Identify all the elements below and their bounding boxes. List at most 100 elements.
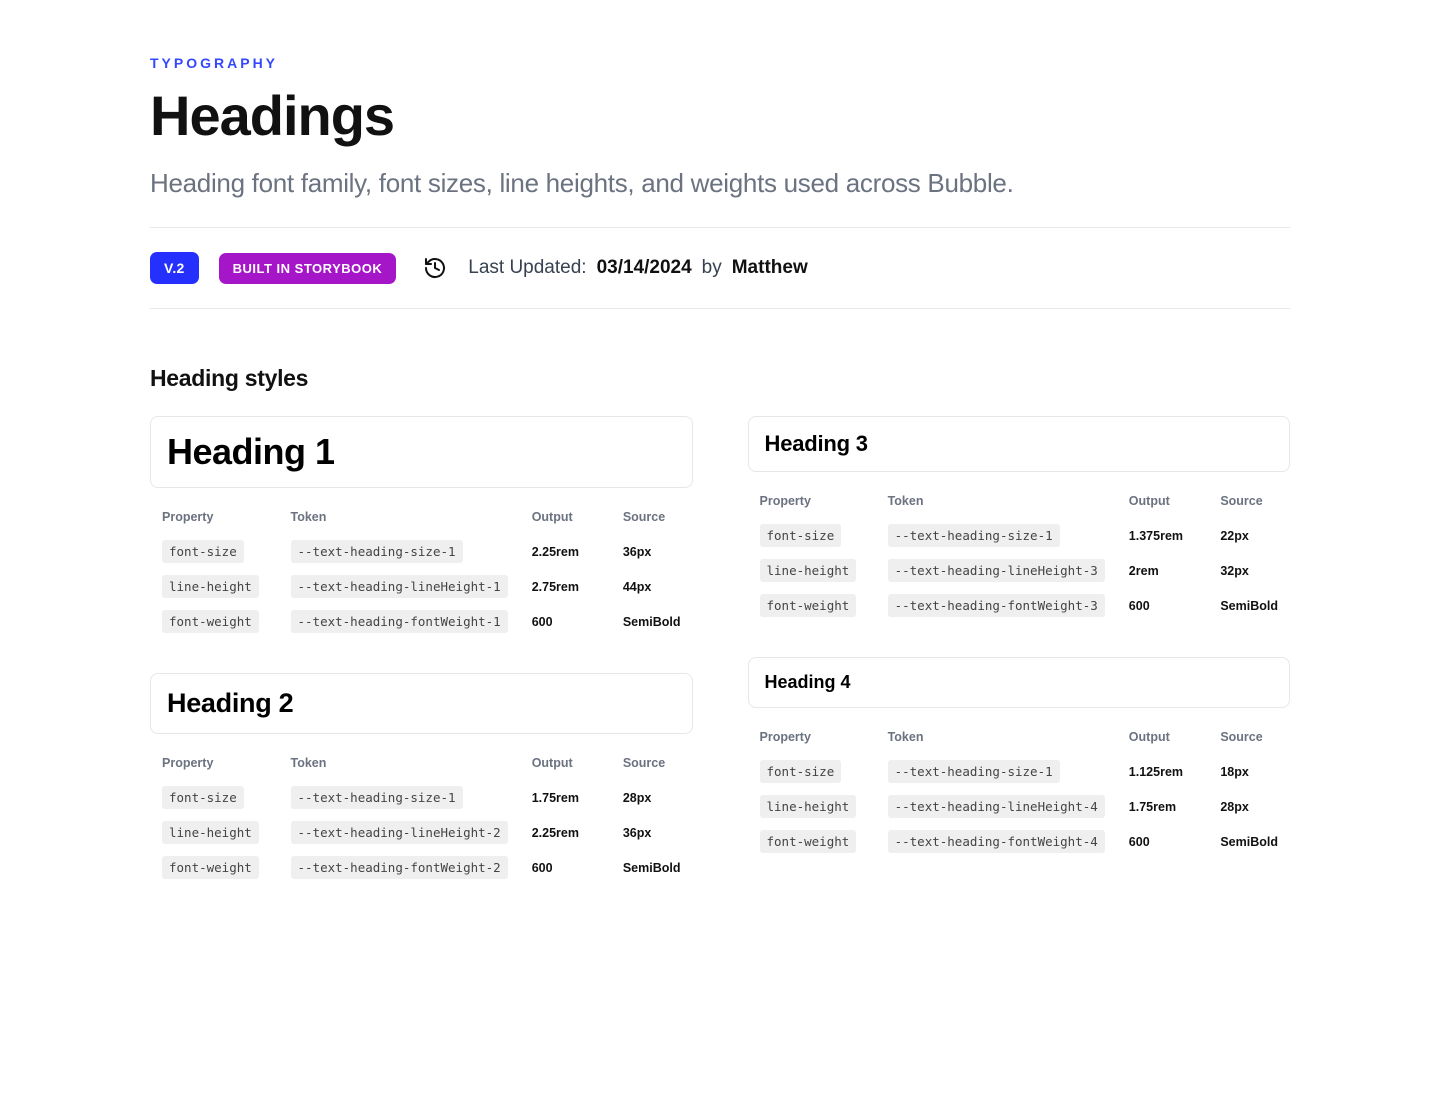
column-header-source: Source xyxy=(1208,486,1290,518)
table-row: font-weight--text-heading-fontWeight-260… xyxy=(150,850,693,885)
heading-preview-card: Heading 1 xyxy=(150,416,693,488)
token-chip: --text-heading-lineHeight-2 xyxy=(291,821,508,844)
heading-block: Heading 4 PropertyTokenOutputSourcefont-s… xyxy=(748,657,1291,859)
table-row: font-size--text-heading-size-11.75rem28p… xyxy=(150,780,693,815)
heading-block: Heading 2PropertyTokenOutputSourcefont-s… xyxy=(150,673,693,885)
property-chip: font-size xyxy=(760,524,842,547)
token-chip: --text-heading-lineHeight-4 xyxy=(888,795,1105,818)
table-row: font-size --text-heading-size-1 2.25rem 36p… xyxy=(150,534,693,569)
token-chip: --text-heading-size-1 xyxy=(888,760,1060,783)
token-chip: --text-heading-size-1 xyxy=(291,540,463,563)
heading-preview-card: Heading 3 xyxy=(748,416,1291,472)
output-value: 2.75rem xyxy=(532,580,579,594)
output-value: 600 xyxy=(1129,835,1150,849)
source-value: 18px xyxy=(1220,765,1249,779)
property-chip: font-size xyxy=(162,540,244,563)
column-header-property: Property xyxy=(748,486,876,518)
table-row: font-weight --text-heading-fontWeight-1 60… xyxy=(150,604,693,639)
property-chip: line-height xyxy=(162,821,259,844)
property-chip: line-height xyxy=(162,575,259,598)
output-value: 1.75rem xyxy=(1129,800,1176,814)
property-chip: line-height xyxy=(760,559,857,582)
output-value: 600 xyxy=(1129,599,1150,613)
page-title: Headings xyxy=(150,83,1290,148)
token-chip: --text-heading-fontWeight-3 xyxy=(888,594,1105,617)
output-value: 600 xyxy=(532,861,553,875)
column-header-source: Source xyxy=(611,502,693,534)
source-value: 28px xyxy=(1220,800,1249,814)
property-chip: font-weight xyxy=(760,594,857,617)
source-value: 22px xyxy=(1220,529,1249,543)
column-header-source: Source xyxy=(611,748,693,780)
token-chip: --text-heading-fontWeight-1 xyxy=(291,610,508,633)
heading-preview-card: Heading 2 xyxy=(150,673,693,734)
output-value: 600 xyxy=(532,615,553,629)
column-header-output: Output xyxy=(1117,722,1209,754)
heading-preview-label: Heading 1 xyxy=(167,431,676,473)
property-chip: font-weight xyxy=(760,830,857,853)
column-header-token: Token xyxy=(876,486,1117,518)
last-updated-label: Last Updated: xyxy=(468,257,586,279)
heading-block: Heading 1PropertyTokenOutputSourcefont-s… xyxy=(150,416,693,639)
heading-preview-label: Heading 4 xyxy=(765,672,1274,693)
table-row: font-size--text-heading-size-11.125rem18… xyxy=(748,754,1291,789)
column-header-property: Property xyxy=(748,722,876,754)
heading-styles-grid: Heading 1PropertyTokenOutputSourcefont-s… xyxy=(150,416,1290,885)
left-column: Heading 1PropertyTokenOutputSourcefont-s… xyxy=(150,416,693,885)
property-chip: font-size xyxy=(162,786,244,809)
table-row: line-height --text-heading-lineHeight-1 2.… xyxy=(150,569,693,604)
table-row: line-height --text-heading-lineHeight-2 2.… xyxy=(150,815,693,850)
output-value: 1.75rem xyxy=(532,791,579,805)
token-chip: --text-heading-size-1 xyxy=(291,786,463,809)
table-row: font-weight --text-heading-fontWeight-3 60… xyxy=(748,588,1291,623)
page-description: Heading font family, font sizes, line he… xyxy=(150,168,1290,199)
token-chip: --text-heading-fontWeight-4 xyxy=(888,830,1105,853)
source-value: SemiBold xyxy=(1220,835,1278,849)
column-header-output: Output xyxy=(520,502,611,534)
output-value: 2.25rem xyxy=(532,826,579,840)
history-icon xyxy=(422,255,448,281)
column-header-token: Token xyxy=(876,722,1117,754)
token-chip: --text-heading-fontWeight-2 xyxy=(291,856,508,879)
token-chip: --text-heading-lineHeight-3 xyxy=(888,559,1105,582)
source-value: 32px xyxy=(1220,564,1249,578)
property-chip: line-height xyxy=(760,795,857,818)
spec-table: PropertyTokenOutputSource font-size --text… xyxy=(748,486,1291,623)
eyebrow-label: TYPOGRAPHY xyxy=(150,55,1290,71)
source-value: 36px xyxy=(623,826,652,840)
last-updated: Last Updated: 03/14/2024 by Matthew xyxy=(468,257,807,279)
table-row: line-height --text-heading-lineHeight-4 1.… xyxy=(748,789,1291,824)
token-chip: --text-heading-lineHeight-1 xyxy=(291,575,508,598)
output-value: 1.125rem xyxy=(1129,765,1183,779)
right-column: Heading 3PropertyTokenOutputSourcefont-s… xyxy=(748,416,1291,885)
output-value: 2.25rem xyxy=(532,545,579,559)
property-chip: font-weight xyxy=(162,610,259,633)
column-header-source: Source xyxy=(1208,722,1290,754)
source-value: SemiBold xyxy=(623,861,681,875)
storybook-badge[interactable]: BUILT IN STORYBOOK xyxy=(219,253,397,284)
heading-block: Heading 3PropertyTokenOutputSourcefont-s… xyxy=(748,416,1291,623)
column-header-output: Output xyxy=(1117,486,1209,518)
spec-table: PropertyTokenOutputSourcefont-size--text… xyxy=(748,722,1291,859)
table-row: font-size --text-heading-size-1 1.375rem 22… xyxy=(748,518,1291,553)
column-header-token: Token xyxy=(279,502,520,534)
heading-preview-label: Heading 2 xyxy=(167,688,676,719)
source-value: SemiBold xyxy=(1220,599,1278,613)
spec-table: PropertyTokenOutputSourcefont-size--text… xyxy=(150,748,693,885)
table-row: line-height --text-heading-lineHeight-3 2r… xyxy=(748,553,1291,588)
last-updated-date: 03/14/2024 xyxy=(597,257,692,279)
by-label: by xyxy=(702,257,722,279)
section-title: Heading styles xyxy=(150,365,1290,392)
source-value: 36px xyxy=(623,545,652,559)
version-badge[interactable]: V.2 xyxy=(150,252,199,284)
output-value: 1.375rem xyxy=(1129,529,1183,543)
column-header-output: Output xyxy=(520,748,611,780)
spec-table: PropertyTokenOutputSource font-size --text… xyxy=(150,502,693,639)
heading-preview-label: Heading 3 xyxy=(765,431,1274,457)
divider xyxy=(150,308,1290,309)
column-header-property: Property xyxy=(150,502,279,534)
heading-preview-card: Heading 4 xyxy=(748,657,1291,708)
column-header-property: Property xyxy=(150,748,279,780)
output-value: 2rem xyxy=(1129,564,1159,578)
token-chip: --text-heading-size-1 xyxy=(888,524,1060,547)
